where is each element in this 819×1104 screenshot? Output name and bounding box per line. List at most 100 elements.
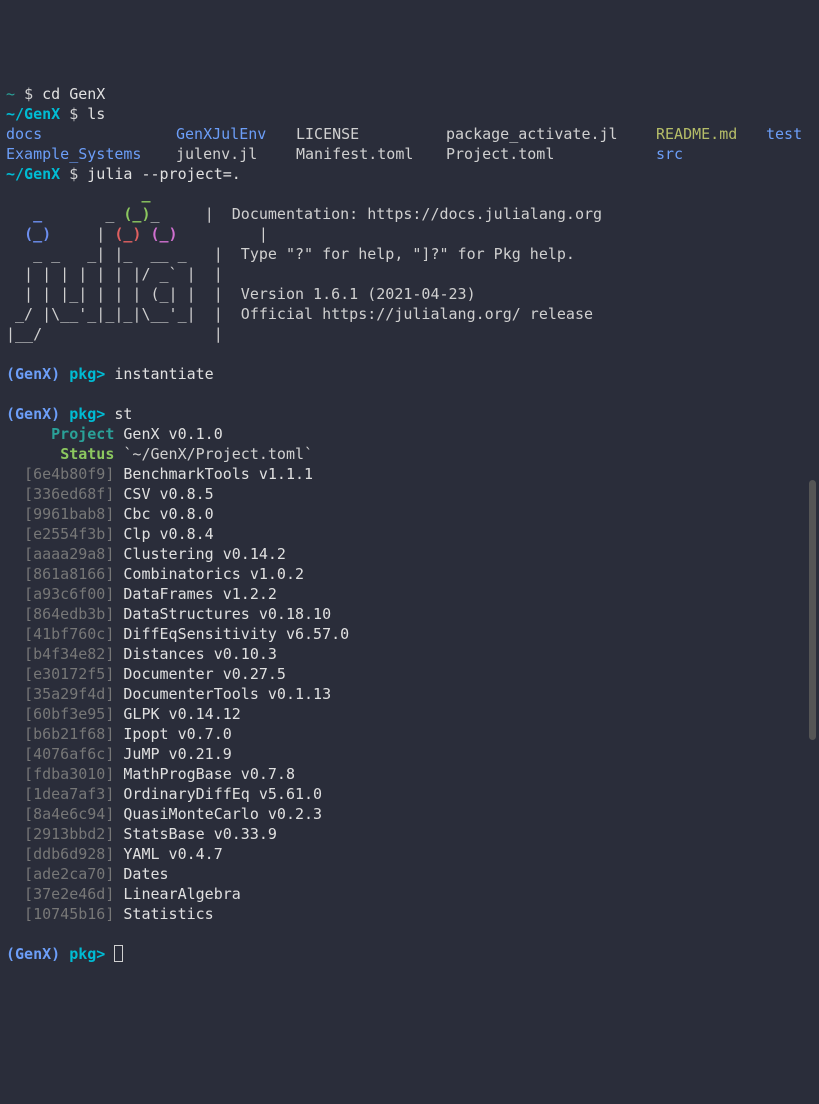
package-id: [861a8166] [6, 565, 114, 583]
ls-file: Project.toml [446, 145, 554, 163]
package-id: [b6b21f68] [6, 725, 114, 743]
package-id: [ddb6d928] [6, 845, 114, 863]
package-name: JuMP v0.21.9 [114, 745, 231, 763]
package-id: [35a29f4d] [6, 685, 114, 703]
package-name: Dates [114, 865, 168, 883]
package-row: [864edb3b] DataStructures v0.18.10 [6, 604, 813, 624]
package-name: Distances v0.10.3 [114, 645, 277, 663]
prompt-path: ~/GenX [6, 165, 60, 183]
cmd-ls: ls [87, 105, 105, 123]
package-name: OrdinaryDiffEq v5.61.0 [114, 785, 322, 803]
pkg-env: (GenX) [6, 945, 60, 963]
julia-dot: _ [33, 205, 42, 223]
package-name: DataStructures v0.18.10 [114, 605, 331, 623]
package-row: [336ed68f] CSV v0.8.5 [6, 484, 813, 504]
banner-line: | | |_| | | | (_| | | Version 1.6.1 (202… [6, 285, 476, 303]
package-row: [8a4e6c94] QuasiMonteCarlo v0.2.3 [6, 804, 813, 824]
ls-dir: GenXJulEnv [176, 125, 266, 143]
package-row: [b6b21f68] Ipopt v0.7.0 [6, 724, 813, 744]
prompt-dollar: $ [24, 85, 33, 103]
package-row: [ade2ca70] Dates [6, 864, 813, 884]
package-name: YAML v0.4.7 [114, 845, 222, 863]
package-row: [1dea7af3] OrdinaryDiffEq v5.61.0 [6, 784, 813, 804]
banner-line: _ _ _| |_ __ _ | Type "?" for help, "]?"… [6, 245, 575, 263]
package-name: CSV v0.8.5 [114, 485, 213, 503]
package-row: [35a29f4d] DocumenterTools v0.1.13 [6, 684, 813, 704]
package-id: [8a4e6c94] [6, 805, 114, 823]
julia-dot: _ [141, 185, 150, 203]
package-name: LinearAlgebra [114, 885, 240, 903]
package-name: MathProgBase v0.7.8 [114, 765, 295, 783]
package-id: [4076af6c] [6, 745, 114, 763]
ls-dir: Example_Systems [6, 145, 141, 163]
ls-dir: test [766, 125, 802, 143]
project-label: Project [51, 425, 114, 443]
terminal-output: ~ $ cd GenX ~/GenX $ ls docs GenXJulEnv LI… [6, 84, 813, 964]
status-value: `~/GenX/Project.toml` [123, 445, 313, 463]
package-row: [b4f34e82] Distances v0.10.3 [6, 644, 813, 664]
pkg-cmd: instantiate [114, 365, 213, 383]
prompt-tilde: ~ [6, 85, 15, 103]
ls-dir: src [656, 145, 683, 163]
package-id: [e2554f3b] [6, 525, 114, 543]
package-name: DocumenterTools v0.1.13 [114, 685, 331, 703]
package-row: [4076af6c] JuMP v0.21.9 [6, 744, 813, 764]
package-name: Statistics [114, 905, 213, 923]
package-id: [6e4b80f9] [6, 465, 114, 483]
pkg-cmd: st [114, 405, 132, 423]
package-name: Ipopt v0.7.0 [114, 725, 231, 743]
package-name: BenchmarkTools v1.1.1 [114, 465, 313, 483]
package-name: QuasiMonteCarlo v0.2.3 [114, 805, 322, 823]
julia-dot: (_) [123, 205, 150, 223]
banner-line: _/ |\__'_|_|_|\__'_| | Official https://… [6, 305, 593, 323]
package-id: [a93c6f00] [6, 585, 114, 603]
project-value: GenX v0.1.0 [123, 425, 222, 443]
pkg-prompt: pkg> [69, 405, 105, 423]
package-name: Clustering v0.14.2 [114, 545, 286, 563]
package-row: [60bf3e95] GLPK v0.14.12 [6, 704, 813, 724]
package-id: [fdba3010] [6, 765, 114, 783]
package-id: [e30172f5] [6, 665, 114, 683]
package-name: Combinatorics v1.0.2 [114, 565, 304, 583]
package-row: [e30172f5] Documenter v0.27.5 [6, 664, 813, 684]
package-row: [6e4b80f9] BenchmarkTools v1.1.1 [6, 464, 813, 484]
package-name: Cbc v0.8.0 [114, 505, 213, 523]
package-id: [10745b16] [6, 905, 114, 923]
pkg-env: (GenX) [6, 365, 60, 383]
ls-file: Manifest.toml [296, 145, 413, 163]
pkg-env: (GenX) [6, 405, 60, 423]
package-id: [9961bab8] [6, 505, 114, 523]
banner-line: |__/ | [6, 325, 223, 343]
julia-dot: (_) [151, 225, 178, 243]
package-id: [aaaa29a8] [6, 545, 114, 563]
package-row: [37e2e46d] LinearAlgebra [6, 884, 813, 904]
package-row: [ddb6d928] YAML v0.4.7 [6, 844, 813, 864]
cmd-cd: cd GenX [42, 85, 105, 103]
package-row: [a93c6f00] DataFrames v1.2.2 [6, 584, 813, 604]
banner-doc: | Documentation: https://docs.julialang.… [205, 205, 602, 223]
package-row: [e2554f3b] Clp v0.8.4 [6, 524, 813, 544]
prompt-dollar: $ [69, 165, 78, 183]
package-id: [864edb3b] [6, 605, 114, 623]
package-row: [fdba3010] MathProgBase v0.7.8 [6, 764, 813, 784]
ls-dir: docs [6, 125, 42, 143]
package-id: [2913bbd2] [6, 825, 114, 843]
scrollbar[interactable] [809, 480, 816, 740]
package-list: [6e4b80f9] BenchmarkTools v1.1.1 [336ed6… [6, 464, 813, 924]
ls-file: LICENSE [296, 125, 359, 143]
package-row: [41bf760c] DiffEqSensitivity v6.57.0 [6, 624, 813, 644]
status-label: Status [60, 445, 114, 463]
package-row: [aaaa29a8] Clustering v0.14.2 [6, 544, 813, 564]
package-row: [2913bbd2] StatsBase v0.33.9 [6, 824, 813, 844]
cmd-julia: julia --project=. [87, 165, 241, 183]
prompt-dollar: $ [69, 105, 78, 123]
package-name: Documenter v0.27.5 [114, 665, 286, 683]
banner-pipe: | [214, 225, 268, 243]
package-id: [37e2e46d] [6, 885, 114, 903]
package-name: DataFrames v1.2.2 [114, 585, 277, 603]
package-name: StatsBase v0.33.9 [114, 825, 277, 843]
package-row: [861a8166] Combinatorics v1.0.2 [6, 564, 813, 584]
cursor[interactable] [114, 945, 123, 962]
package-row: [9961bab8] Cbc v0.8.0 [6, 504, 813, 524]
julia-dot: (_) [24, 225, 51, 243]
